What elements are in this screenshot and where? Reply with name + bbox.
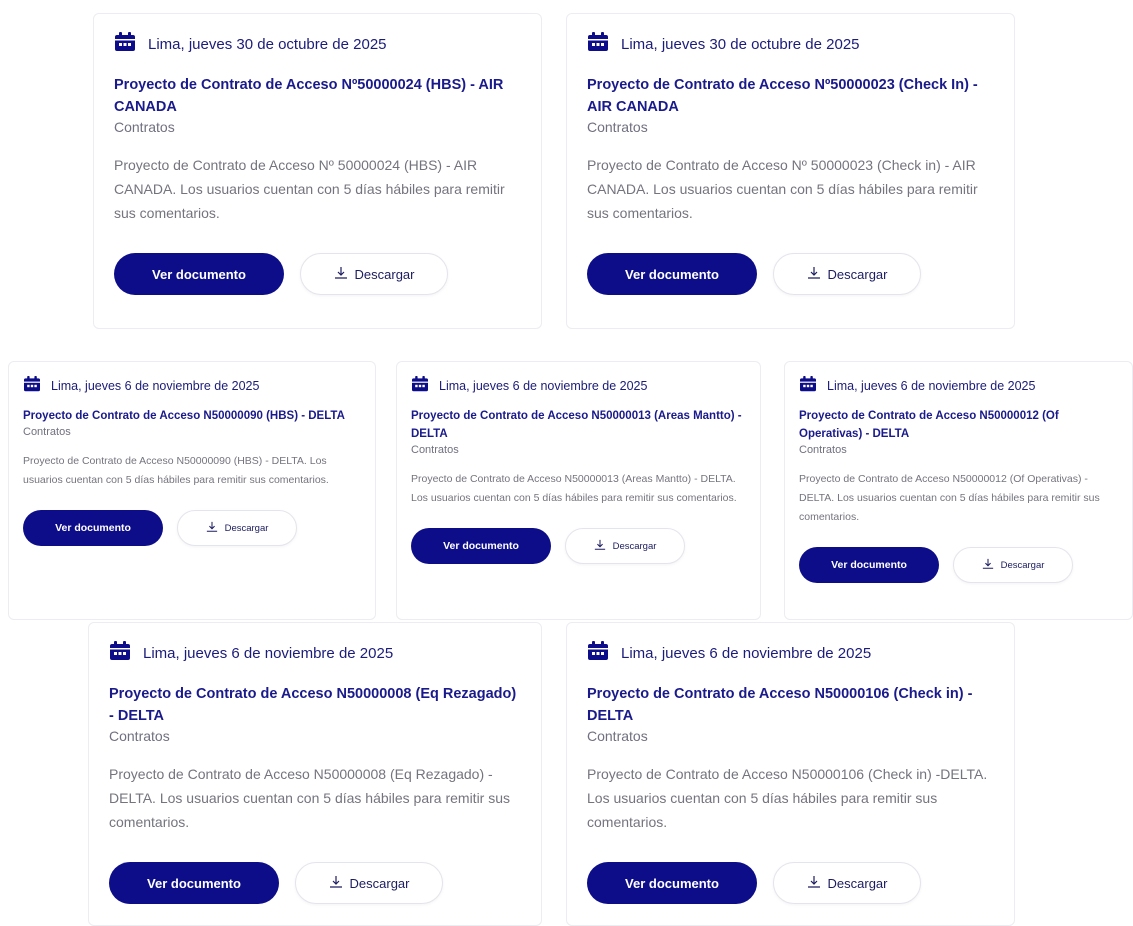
- card-actions: Ver documento Descargar: [587, 253, 994, 295]
- card-description: Proyecto de Contrato de Acceso Nº 500000…: [587, 157, 978, 221]
- download-button[interactable]: Descargar: [177, 510, 297, 546]
- card-actions: Ver documento Descargar: [799, 547, 1118, 583]
- card-title: Proyecto de Contrato de Acceso N50000013…: [411, 410, 742, 440]
- card-date: Lima, jueves 30 de octubre de 2025: [587, 32, 994, 56]
- card-date-text: Lima, jueves 30 de octubre de 2025: [621, 35, 860, 53]
- download-icon: [329, 875, 343, 892]
- card-date-text: Lima, jueves 30 de octubre de 2025: [148, 35, 387, 53]
- card-actions: Ver documento Descargar: [23, 510, 361, 546]
- download-button[interactable]: Descargar: [773, 862, 921, 904]
- download-button[interactable]: Descargar: [295, 862, 443, 904]
- view-document-button[interactable]: Ver documento: [587, 253, 757, 295]
- card-title: Proyecto de Contrato de Acceso N50000106…: [587, 686, 973, 724]
- calendar-icon: [799, 376, 817, 395]
- view-document-button[interactable]: Ver documento: [799, 547, 939, 583]
- download-icon: [206, 521, 218, 536]
- card-title: Proyecto de Contrato de Acceso Nº5000002…: [114, 77, 504, 115]
- card-title: Proyecto de Contrato de Acceso N50000090…: [23, 410, 345, 422]
- download-label: Descargar: [612, 540, 657, 552]
- download-label: Descargar: [224, 522, 269, 534]
- download-label: Descargar: [827, 875, 888, 891]
- card-category: Contratos: [109, 728, 170, 744]
- document-card: Lima, jueves 6 de noviembre de 2025 Proy…: [8, 361, 376, 620]
- download-icon: [594, 539, 606, 554]
- card-date-text: Lima, jueves 6 de noviembre de 2025: [621, 644, 872, 662]
- download-label: Descargar: [349, 875, 410, 891]
- download-button[interactable]: Descargar: [773, 253, 921, 295]
- document-card: Lima, jueves 30 de octubre de 2025 Proye…: [566, 13, 1015, 329]
- card-date: Lima, jueves 6 de noviembre de 2025: [799, 376, 1118, 395]
- card-title: Proyecto de Contrato de Acceso N50000008…: [109, 686, 517, 724]
- card-date: Lima, jueves 6 de noviembre de 2025: [109, 641, 521, 665]
- download-button[interactable]: Descargar: [565, 528, 685, 564]
- card-category: Contratos: [23, 426, 71, 438]
- document-card: Lima, jueves 6 de noviembre de 2025 Proy…: [396, 361, 761, 620]
- document-card: Lima, jueves 6 de noviembre de 2025 Proy…: [88, 622, 542, 926]
- card-actions: Ver documento Descargar: [587, 862, 994, 904]
- card-category: Contratos: [411, 444, 459, 456]
- calendar-icon: [587, 641, 609, 665]
- card-description: Proyecto de Contrato de Acceso N50000090…: [23, 455, 329, 486]
- calendar-icon: [114, 32, 136, 56]
- download-label: Descargar: [354, 266, 415, 282]
- document-card: Lima, jueves 30 de octubre de 2025 Proye…: [93, 13, 542, 329]
- download-icon: [807, 875, 821, 892]
- card-description: Proyecto de Contrato de Acceso N50000008…: [109, 766, 511, 830]
- document-card: Lima, jueves 6 de noviembre de 2025 Proy…: [784, 361, 1133, 620]
- download-icon: [807, 266, 821, 283]
- calendar-icon: [411, 376, 429, 395]
- view-document-button[interactable]: Ver documento: [114, 253, 284, 295]
- card-actions: Ver documento Descargar: [411, 528, 746, 564]
- download-button[interactable]: Descargar: [953, 547, 1073, 583]
- document-card: Lima, jueves 6 de noviembre de 2025 Proy…: [566, 622, 1015, 926]
- card-category: Contratos: [587, 728, 648, 744]
- card-description: Proyecto de Contrato de Acceso N50000106…: [587, 766, 988, 830]
- card-category: Contratos: [114, 119, 175, 135]
- card-date: Lima, jueves 6 de noviembre de 2025: [23, 376, 361, 395]
- card-date-text: Lima, jueves 6 de noviembre de 2025: [827, 378, 1036, 393]
- download-label: Descargar: [1000, 559, 1045, 571]
- card-category: Contratos: [799, 444, 847, 456]
- download-icon: [982, 558, 994, 573]
- card-description: Proyecto de Contrato de Acceso N50000012…: [799, 473, 1100, 523]
- calendar-icon: [23, 376, 41, 395]
- calendar-icon: [587, 32, 609, 56]
- card-date-text: Lima, jueves 6 de noviembre de 2025: [439, 378, 648, 393]
- card-description: Proyecto de Contrato de Acceso Nº 500000…: [114, 157, 505, 221]
- card-date: Lima, jueves 6 de noviembre de 2025: [411, 376, 746, 395]
- download-icon: [334, 266, 348, 283]
- view-document-button[interactable]: Ver documento: [109, 862, 279, 904]
- card-date: Lima, jueves 6 de noviembre de 2025: [587, 641, 994, 665]
- card-description: Proyecto de Contrato de Acceso N50000013…: [411, 473, 737, 504]
- card-category: Contratos: [587, 119, 648, 135]
- card-title: Proyecto de Contrato de Acceso Nº5000002…: [587, 77, 978, 115]
- card-actions: Ver documento Descargar: [109, 862, 521, 904]
- calendar-icon: [109, 641, 131, 665]
- view-document-button[interactable]: Ver documento: [411, 528, 551, 564]
- card-title: Proyecto de Contrato de Acceso N50000012…: [799, 410, 1059, 440]
- card-date-text: Lima, jueves 6 de noviembre de 2025: [51, 378, 260, 393]
- card-date-text: Lima, jueves 6 de noviembre de 2025: [143, 644, 394, 662]
- card-date: Lima, jueves 30 de octubre de 2025: [114, 32, 521, 56]
- card-actions: Ver documento Descargar: [114, 253, 521, 295]
- download-button[interactable]: Descargar: [300, 253, 448, 295]
- view-document-button[interactable]: Ver documento: [587, 862, 757, 904]
- view-document-button[interactable]: Ver documento: [23, 510, 163, 546]
- download-label: Descargar: [827, 266, 888, 282]
